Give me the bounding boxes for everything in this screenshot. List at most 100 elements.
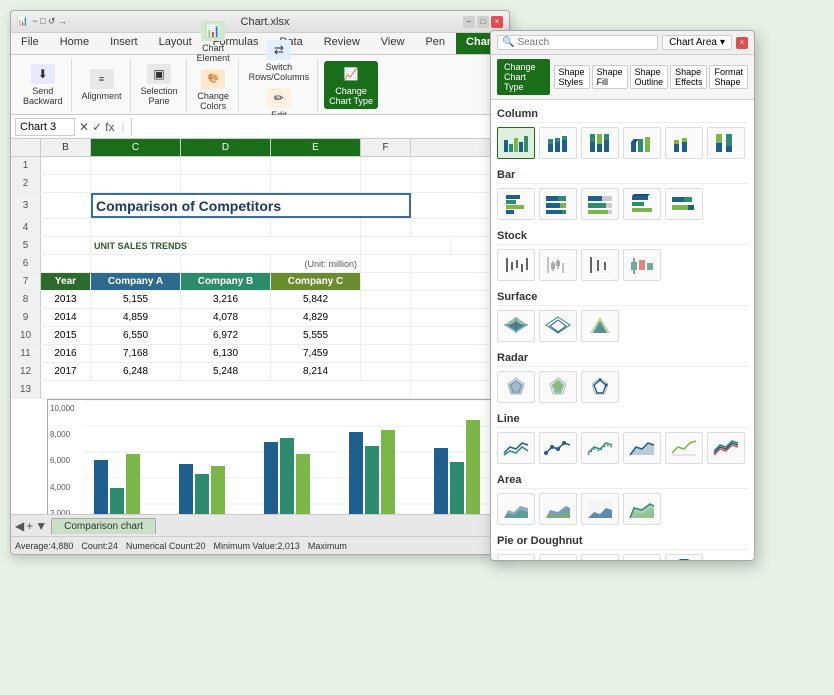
cell-compc-header[interactable]: Company C <box>271 273 361 290</box>
cell-year-2015[interactable]: 2015 <box>41 327 91 344</box>
chart-icon-line-5[interactable] <box>665 432 703 464</box>
cell-b6[interactable] <box>41 255 91 272</box>
cell-f4[interactable] <box>361 219 411 236</box>
cell-b2[interactable] <box>41 175 91 192</box>
tab-home[interactable]: Home <box>50 33 100 54</box>
cell-e2[interactable] <box>271 175 361 192</box>
chart-icon-doughnut-2[interactable] <box>665 554 703 560</box>
minimize-btn[interactable]: − <box>463 16 475 28</box>
cell-year-2014[interactable]: 2014 <box>41 309 91 326</box>
cancel-formula-icon[interactable]: ✕ <box>79 120 89 134</box>
tab-review[interactable]: Review <box>314 33 371 54</box>
chart-icon-line-6[interactable] <box>707 432 745 464</box>
cell-b13[interactable] <box>41 381 411 398</box>
selection-pane-btn[interactable]: ▣ Selection Pane <box>137 62 182 108</box>
cell-c1[interactable] <box>91 157 181 174</box>
chart-icon-100-bar[interactable] <box>581 188 619 220</box>
col-header-b[interactable]: B <box>41 139 91 156</box>
chart-icon-line-3[interactable] <box>581 432 619 464</box>
cell-compa-header[interactable]: Company A <box>91 273 181 290</box>
chart-icon-100-stacked-column[interactable] <box>581 127 619 159</box>
chart-icon-area-2[interactable] <box>539 493 577 525</box>
chart-icon-clustered-column[interactable] <box>497 127 535 159</box>
chart-icon-line-2[interactable] <box>539 432 577 464</box>
cell-b4[interactable] <box>41 219 91 236</box>
next-sheet-btn[interactable]: ▼ <box>35 519 47 533</box>
chart-icon-3d-stacked-bar[interactable] <box>665 188 703 220</box>
cell-a-2017[interactable]: 6,248 <box>91 363 181 380</box>
chart-element-btn[interactable]: 📊 Chart Element <box>193 19 234 65</box>
cell-e5[interactable] <box>361 237 451 254</box>
col-header-f[interactable]: F <box>361 139 411 156</box>
tab-pen[interactable]: Pen <box>415 33 456 54</box>
shape-styles-btn[interactable]: ShapeStyles <box>554 65 590 89</box>
format-shape-btn[interactable]: FormatShape <box>709 65 748 89</box>
cell-f6[interactable] <box>361 255 411 272</box>
chart-icon-surface-2[interactable] <box>539 310 577 342</box>
cell-c-2013[interactable]: 5,842 <box>271 291 361 308</box>
change-chart-type-btn[interactable]: 📈 Change Chart Type <box>324 61 378 109</box>
tab-file[interactable]: File <box>11 33 50 54</box>
chart-icon-line-1[interactable] <box>497 432 535 464</box>
chart-icon-surface-3[interactable] <box>581 310 619 342</box>
cell-b-2017[interactable]: 5,248 <box>181 363 271 380</box>
cell-f7[interactable] <box>361 273 411 290</box>
cell-f1[interactable] <box>361 157 411 174</box>
confirm-formula-icon[interactable]: ✓ <box>92 120 102 134</box>
search-input[interactable] <box>517 37 597 48</box>
title-cell[interactable]: Comparison of Competitors <box>91 193 411 218</box>
chart-icon-clustered-bar[interactable] <box>497 188 535 220</box>
cell-c-2017[interactable]: 8,214 <box>271 363 361 380</box>
maximize-btn[interactable]: □ <box>477 16 489 28</box>
cell-a-2016[interactable]: 7,168 <box>91 345 181 362</box>
cell-f9[interactable] <box>361 309 411 326</box>
cell-d4[interactable] <box>181 219 271 236</box>
chart-icon-doughnut[interactable] <box>581 554 619 560</box>
cell-a-2014[interactable]: 4,859 <box>91 309 181 326</box>
chart-icon-stacked-bar[interactable] <box>539 188 577 220</box>
cell-compb-header[interactable]: Company B <box>181 273 271 290</box>
cell-c6[interactable] <box>91 255 181 272</box>
close-btn[interactable]: × <box>491 16 503 28</box>
col-header-c[interactable]: C <box>91 139 181 156</box>
chart-icon-line-4[interactable] <box>623 432 661 464</box>
cell-c-2015[interactable]: 5,555 <box>271 327 361 344</box>
cell-d1[interactable] <box>181 157 271 174</box>
cell-c2[interactable] <box>91 175 181 192</box>
prev-sheet-btn[interactable]: ◀ <box>15 519 24 533</box>
shape-fill-btn[interactable]: ShapeFill <box>592 65 628 89</box>
chart-icon-area-3[interactable] <box>581 493 619 525</box>
tab-insert[interactable]: Insert <box>100 33 149 54</box>
chart-icon-stock-3[interactable] <box>581 249 619 281</box>
cell-reference-input[interactable] <box>15 118 75 136</box>
cell-e6-unit[interactable]: (Unit: million) <box>271 255 361 272</box>
alignment-btn[interactable]: ≡ Alignment <box>78 67 126 103</box>
formula-input[interactable] <box>131 118 505 136</box>
add-sheet-btn[interactable]: + <box>26 519 33 533</box>
cell-b1[interactable] <box>41 157 91 174</box>
cell-a-2015[interactable]: 6,550 <box>91 327 181 344</box>
chart-icon-surface-1[interactable] <box>497 310 535 342</box>
shape-outline-btn[interactable]: ShapeOutline <box>630 65 669 89</box>
cell-d2[interactable] <box>181 175 271 192</box>
chart-icon-3d-100-stacked-column[interactable] <box>707 127 745 159</box>
cell-year-2017[interactable]: 2017 <box>41 363 91 380</box>
shape-effects-btn[interactable]: ShapeEffects <box>670 65 707 89</box>
cell-b-2016[interactable]: 6,130 <box>181 345 271 362</box>
chart-icon-area-1[interactable] <box>497 493 535 525</box>
chart-icon-stacked-column[interactable] <box>539 127 577 159</box>
change-chart-type-panel-btn[interactable]: ChangeChart Type <box>497 59 550 95</box>
chart-icon-stock-2[interactable] <box>539 249 577 281</box>
cell-year-2013[interactable]: 2013 <box>41 291 91 308</box>
switch-rows-btn[interactable]: ⇄ Switch Rows/Columns <box>245 38 314 84</box>
chart-icon-stock-4[interactable] <box>623 249 661 281</box>
cell-b-2013[interactable]: 3,216 <box>181 291 271 308</box>
cell-c-2014[interactable]: 4,829 <box>271 309 361 326</box>
cell-f11[interactable] <box>361 345 411 362</box>
send-backward-btn[interactable]: ⬇ Send Backward <box>19 62 67 108</box>
chart-icon-stock-1[interactable] <box>497 249 535 281</box>
sheet-tab-comparison[interactable]: Comparison chart <box>51 518 156 534</box>
cell-e1[interactable] <box>271 157 361 174</box>
chart-panel-search[interactable]: 🔍 <box>497 35 658 50</box>
cell-trend-label[interactable]: UNIT SALES TRENDS <box>91 237 361 254</box>
